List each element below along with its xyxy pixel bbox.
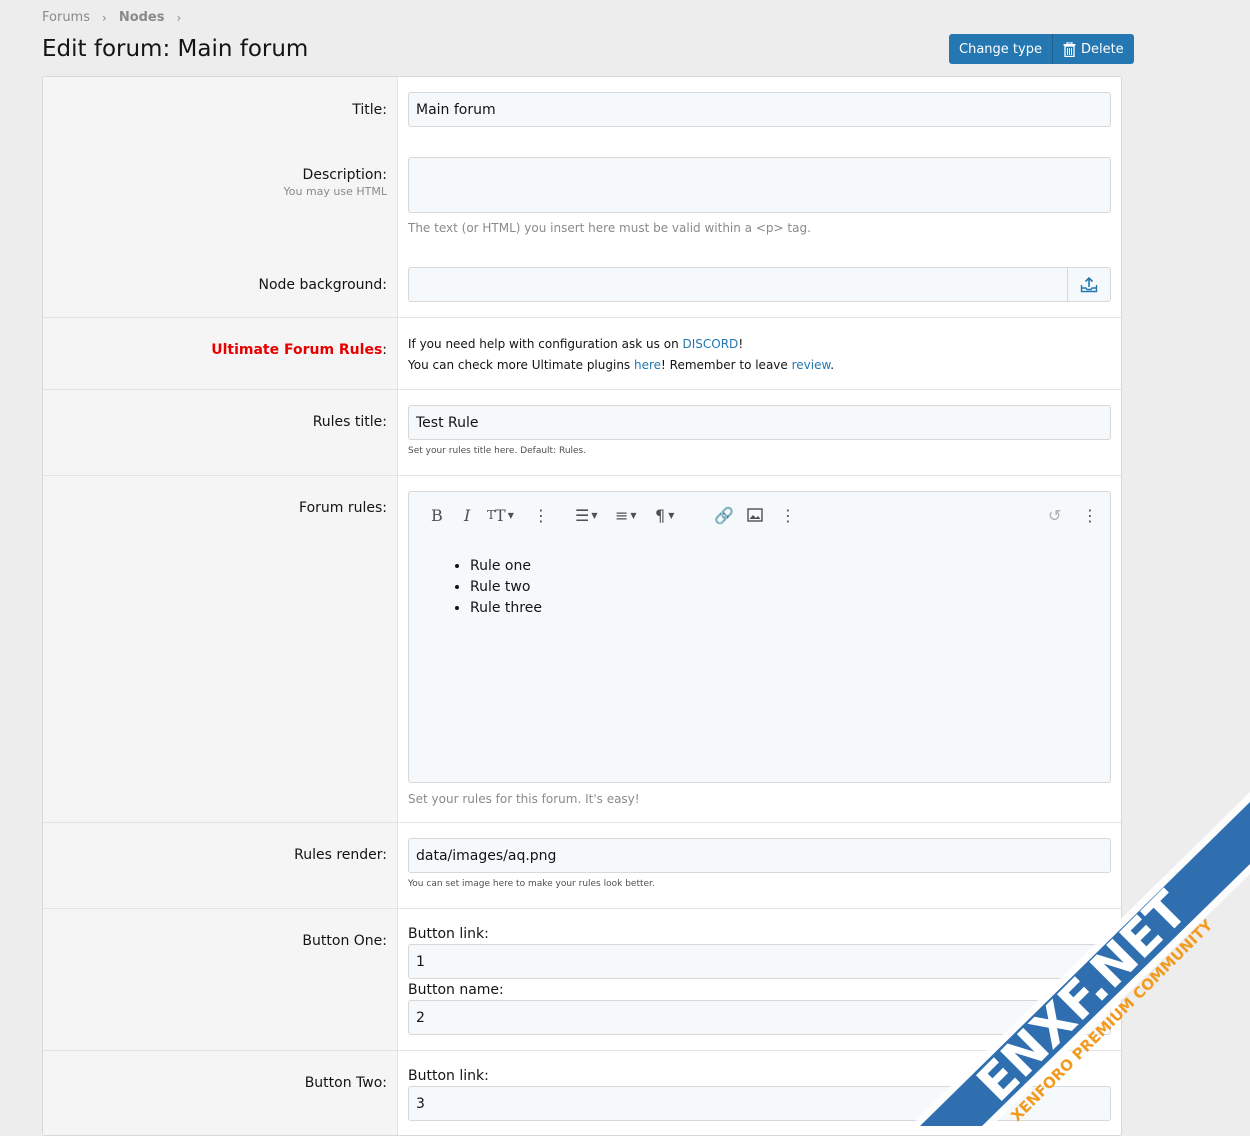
rules-title-row: Rules title: Test Rule Set your rules ti…: [43, 389, 1121, 475]
rules-render-row: Rules render: data/images/aq.png You can…: [43, 822, 1121, 908]
list-item: Rule two: [470, 577, 542, 598]
node-background-label: Node background:: [258, 277, 387, 293]
info-text: !: [738, 337, 744, 351]
list-icon[interactable]: ☰ ▼: [575, 504, 598, 526]
title-row: Title: Main forum: [43, 77, 1121, 147]
upload-button[interactable]: [1068, 267, 1111, 302]
italic-icon[interactable]: I: [464, 504, 470, 526]
font-size-icon[interactable]: T T ▼: [487, 504, 514, 526]
rules-render-explain: You can set image here to make your rule…: [408, 879, 655, 889]
rules-title-explain: Set your rules title here. Default: Rule…: [408, 446, 587, 456]
ultimate-forum-rules-label: Ultimate Forum Rules:: [211, 342, 387, 358]
description-label: Description: You may use HTML: [284, 167, 388, 198]
button-two-row: Button Two: Button link: 3: [43, 1050, 1121, 1135]
rules-title-label: Rules title:: [312, 414, 387, 430]
change-type-button[interactable]: Change type: [949, 34, 1052, 64]
forum-rules-label: Forum rules:: [299, 500, 387, 516]
plugins-link[interactable]: here: [634, 358, 661, 372]
info-text: .: [830, 358, 835, 372]
bold-icon[interactable]: B: [431, 504, 443, 526]
button-two-label: Button Two:: [304, 1075, 387, 1091]
node-background-row: Node background:: [43, 257, 1121, 317]
info-text: If you need help with configuration ask …: [408, 337, 683, 351]
change-type-label: Change type: [959, 41, 1042, 57]
chevron-right-icon: ›: [102, 10, 107, 25]
review-link[interactable]: review: [792, 358, 831, 372]
button-one-link-label: Button link:: [408, 926, 489, 942]
description-textarea[interactable]: [408, 157, 1111, 213]
align-icon[interactable]: ≡ ▼: [615, 504, 637, 526]
paragraph-icon[interactable]: ¶ ▼: [655, 504, 674, 526]
chevron-right-icon: ›: [176, 10, 182, 25]
ultimate-label-colon: :: [382, 342, 387, 358]
list-item: Rule one: [470, 556, 542, 577]
title-label: Title:: [352, 102, 387, 118]
button-one-label: Button One:: [302, 933, 387, 949]
more-text-icon[interactable]: ⋮: [533, 504, 549, 526]
button-one-name-input[interactable]: 2: [408, 1000, 1111, 1035]
node-background-input[interactable]: [408, 267, 1068, 302]
editor-toolbar: B I T T ▼ ⋮ ☰ ▼ ≡ ▼ ¶ ▼ 🔗 ⋮ ↺ ⋮: [409, 504, 1110, 526]
list-item: Rule three: [470, 598, 542, 619]
forum-rules-row: Forum rules: B I T T ▼ ⋮ ☰ ▼ ≡ ▼ ¶ ▼ 🔗 ⋮ ↺: [43, 475, 1121, 822]
description-label-text: Description:: [302, 167, 387, 183]
ultimate-info-line1: If you need help with configuration ask …: [408, 334, 1111, 355]
image-icon[interactable]: [747, 504, 763, 526]
description-hint: You may use HTML: [283, 185, 388, 198]
edit-forum-form: Title: Main forum Description: You may u…: [42, 76, 1122, 1136]
ultimate-info-row: Ultimate Forum Rules: If you need help w…: [43, 317, 1121, 389]
rules-render-input[interactable]: data/images/aq.png: [408, 838, 1111, 873]
more-misc-icon[interactable]: ⋮: [1082, 504, 1098, 526]
button-two-link-label: Button link:: [408, 1068, 489, 1084]
page-title: Edit forum: Main forum: [42, 36, 309, 62]
delete-label: Delete: [1080, 41, 1124, 57]
more-insert-icon[interactable]: ⋮: [780, 504, 796, 526]
upload-icon: [1080, 276, 1098, 292]
ultimate-label-text: Ultimate Forum Rules: [211, 342, 383, 358]
breadcrumb-forums[interactable]: Forums: [42, 10, 90, 25]
action-buttons: Change type Delete: [949, 34, 1134, 64]
button-one-link-input[interactable]: 1: [408, 944, 1111, 979]
undo-icon[interactable]: ↺: [1048, 504, 1061, 526]
button-two-link-input[interactable]: 3: [408, 1086, 1111, 1121]
delete-button[interactable]: Delete: [1051, 34, 1134, 64]
description-row: Description: You may use HTML The text (…: [43, 147, 1121, 257]
description-explain: The text (or HTML) you insert here must …: [408, 221, 811, 235]
rules-list: Rule one Rule two Rule three: [429, 556, 542, 619]
rules-render-label: Rules render:: [294, 847, 387, 863]
info-text: You can check more Ultimate plugins: [408, 358, 634, 372]
trash-icon: [1063, 41, 1076, 57]
rich-text-editor[interactable]: B I TT▼ ⋮ ☰▼ ≡▼ ¶▼ 🔗 ⋮ ↺ ⋮ Rule one: [408, 491, 1111, 783]
ultimate-info-line2: You can check more Ultimate plugins here…: [408, 355, 1111, 376]
discord-link[interactable]: DISCORD: [683, 337, 739, 351]
info-text: ! Remember to leave: [661, 358, 792, 372]
title-input[interactable]: Main forum: [408, 92, 1111, 127]
breadcrumb: Forums › Nodes ›: [42, 10, 193, 25]
link-icon[interactable]: 🔗: [714, 504, 734, 526]
ultimate-info: If you need help with configuration ask …: [408, 334, 1111, 376]
button-one-row: Button One: Button link: 1 Button name: …: [43, 908, 1121, 1050]
rules-title-input[interactable]: Test Rule: [408, 405, 1111, 440]
breadcrumb-nodes[interactable]: Nodes: [119, 10, 165, 25]
button-one-name-label: Button name:: [408, 982, 504, 998]
forum-rules-explain: Set your rules for this forum. It's easy…: [408, 792, 640, 806]
